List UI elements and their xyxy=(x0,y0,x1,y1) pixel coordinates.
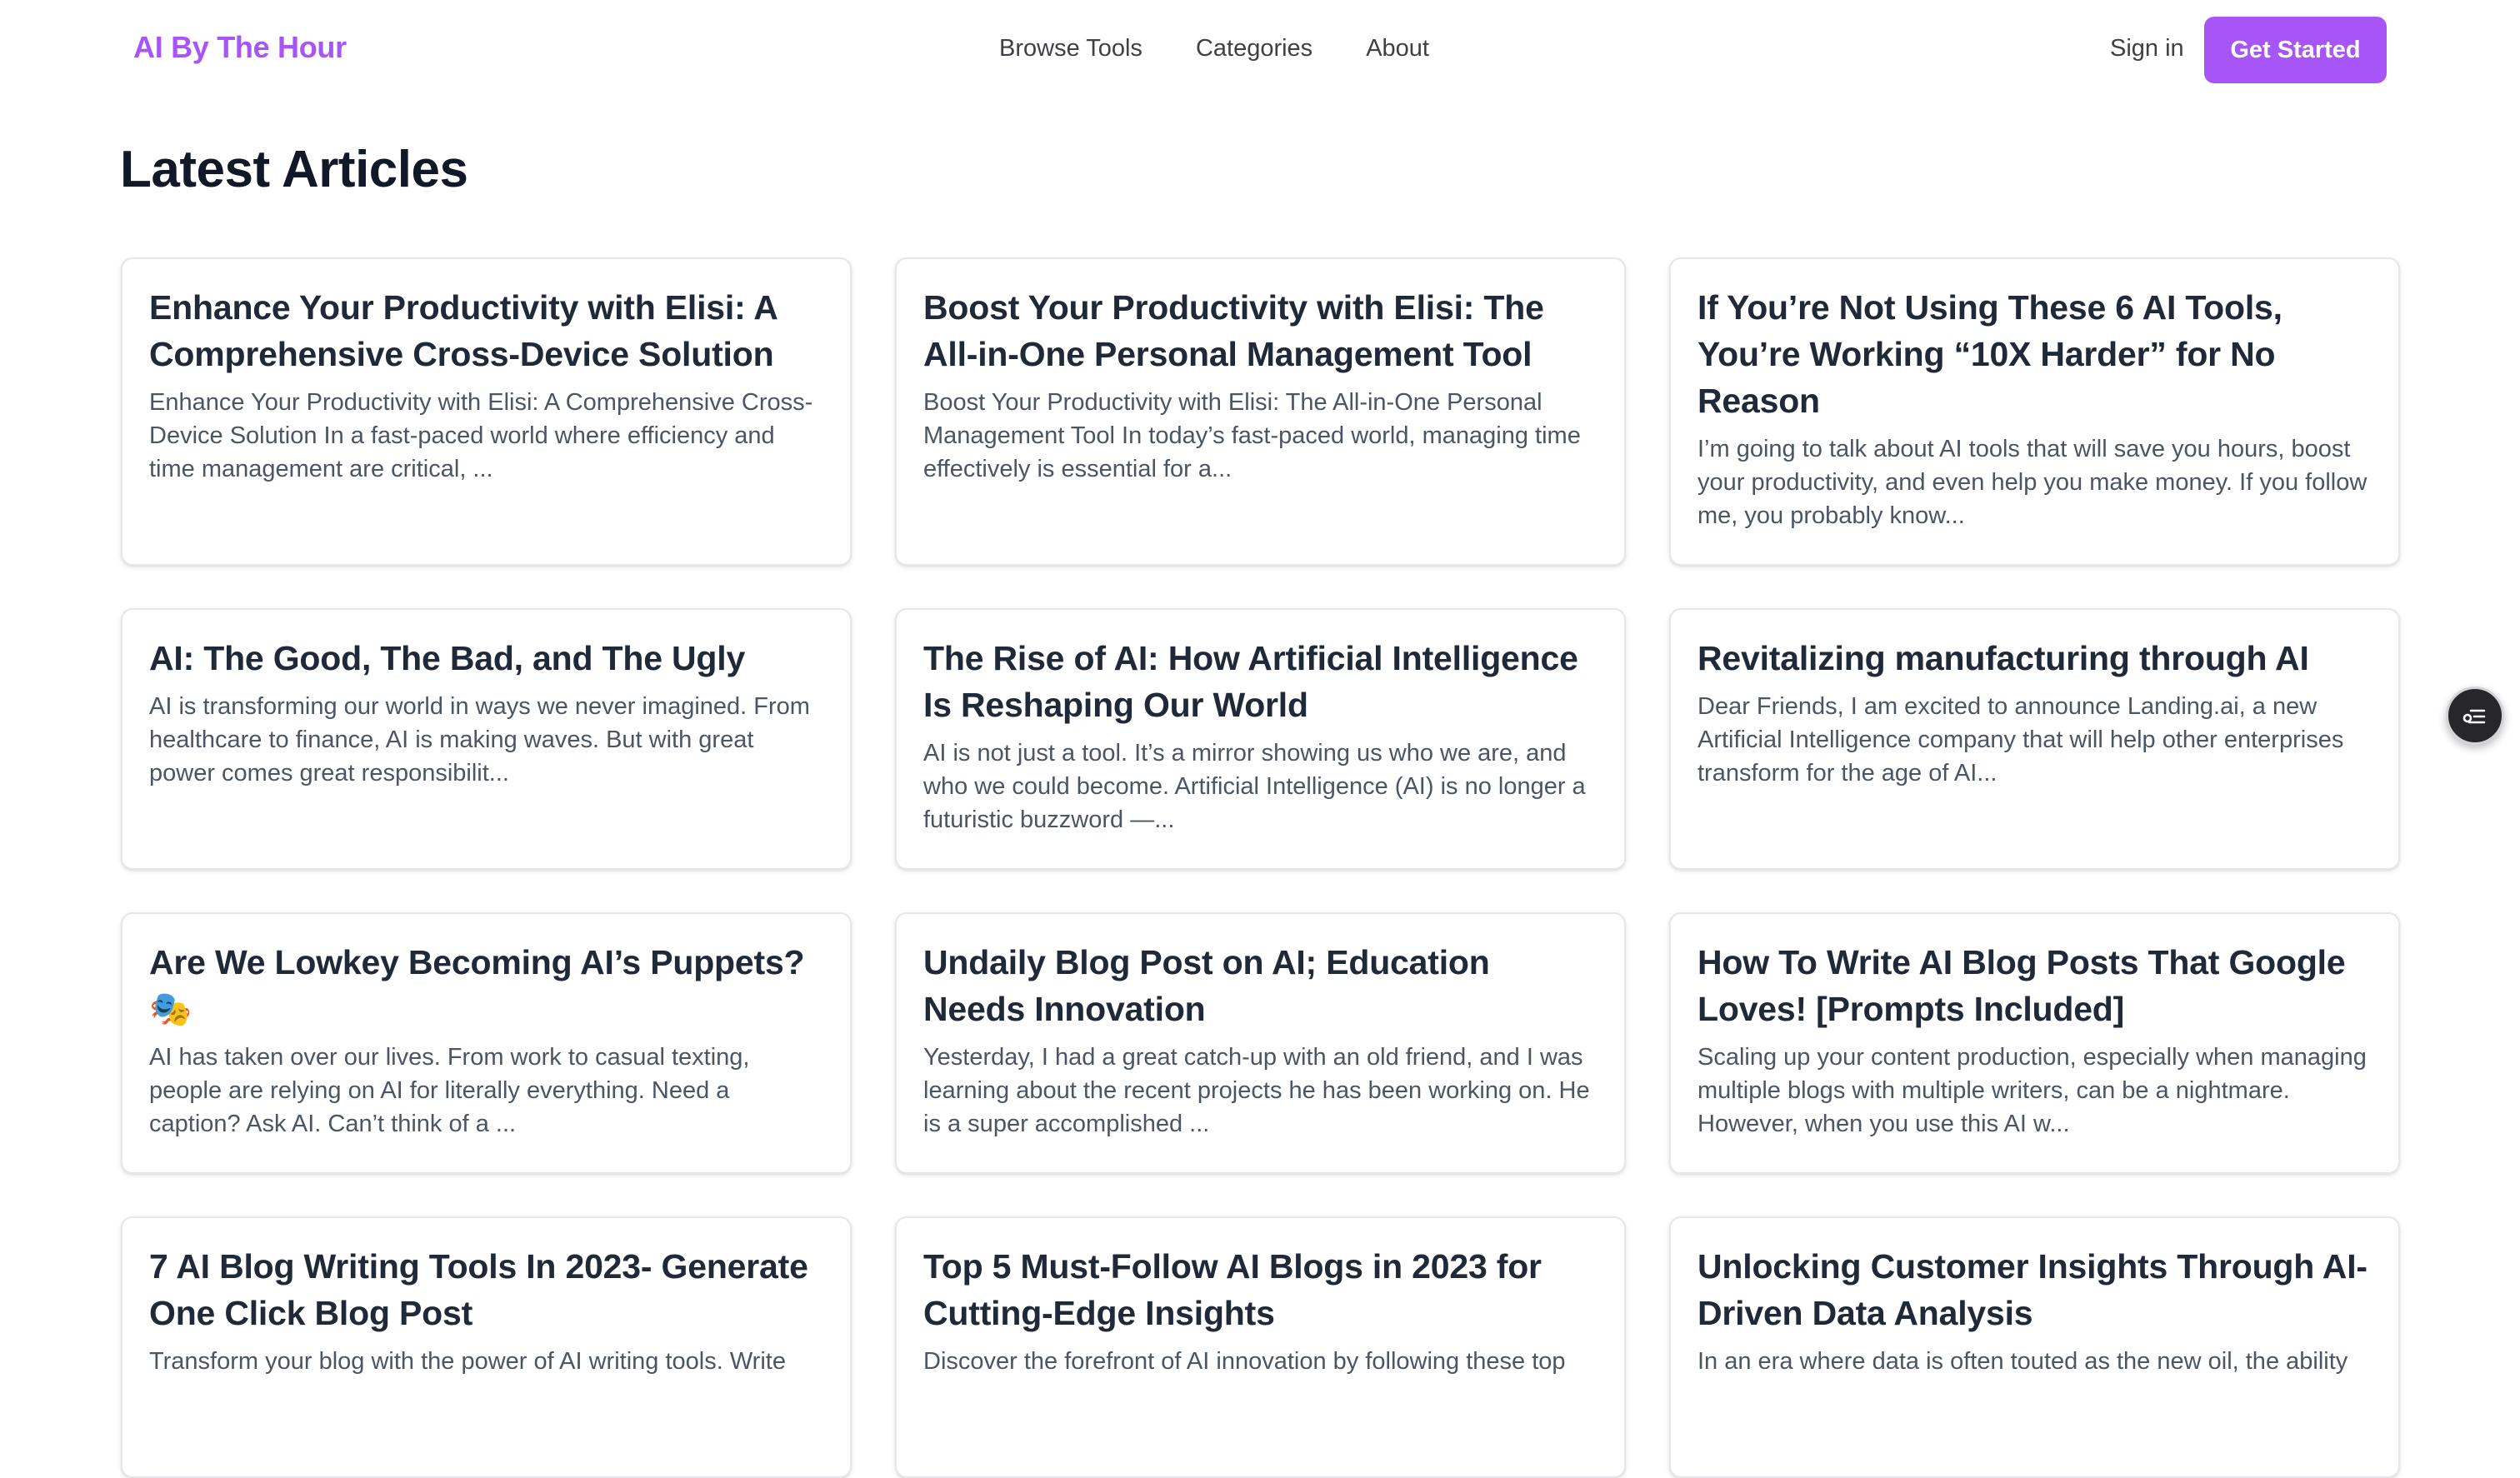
article-card[interactable]: If You’re Not Using These 6 AI Tools, Yo… xyxy=(1669,257,2400,566)
article-excerpt: AI has taken over our lives. From work t… xyxy=(149,1044,750,1137)
article-title[interactable]: How To Write AI Blog Posts That Google L… xyxy=(1698,939,2372,1032)
article-card[interactable]: How To Write AI Blog Posts That Google L… xyxy=(1669,912,2400,1174)
floating-menu-button[interactable] xyxy=(2446,687,2504,745)
sign-in-link[interactable]: Sign in xyxy=(2110,35,2184,62)
article-card[interactable]: Are We Lowkey Becoming AI’s Puppets? 🎭 A… xyxy=(121,912,852,1174)
article-title[interactable]: Top 5 Must-Follow AI Blogs in 2023 for C… xyxy=(923,1243,1598,1336)
article-excerpt: I’m going to talk about AI tools that wi… xyxy=(1698,436,2368,529)
article-title[interactable]: Are We Lowkey Becoming AI’s Puppets? 🎭 xyxy=(149,939,823,1032)
article-excerpt: Enhance Your Productivity with Elisi: A … xyxy=(149,389,813,482)
article-title[interactable]: Unlocking Customer Insights Through AI-D… xyxy=(1698,1243,2372,1336)
article-card[interactable]: AI: The Good, The Bad, and The Ugly AI i… xyxy=(121,608,852,870)
site-header: AI By The Hour Browse Tools Categories A… xyxy=(0,0,2520,100)
article-excerpt: AI is transforming our world in ways we … xyxy=(149,693,810,786)
brand-logo[interactable]: AI By The Hour xyxy=(133,30,347,65)
article-excerpt: AI is not just a tool. It’s a mirror sho… xyxy=(923,740,1586,833)
articles-grid: Enhance Your Productivity with Elisi: A … xyxy=(121,257,2400,1478)
article-card[interactable]: Revitalizing manufacturing through AI De… xyxy=(1669,608,2400,870)
article-excerpt: Scaling up your content production, espe… xyxy=(1698,1044,2367,1137)
get-started-button[interactable]: Get Started xyxy=(2204,17,2387,83)
article-card[interactable]: The Rise of AI: How Artificial Intellige… xyxy=(895,608,1626,870)
main-nav: Browse Tools Categories About xyxy=(999,35,1429,62)
article-excerpt: Discover the forefront of AI innovation … xyxy=(923,1348,1566,1375)
article-excerpt: In an era where data is often touted as … xyxy=(1698,1348,2348,1375)
article-title[interactable]: Revitalizing manufacturing through AI xyxy=(1698,635,2372,682)
article-title[interactable]: Boost Your Productivity with Elisi: The … xyxy=(923,284,1598,377)
article-title[interactable]: The Rise of AI: How Artificial Intellige… xyxy=(923,635,1598,728)
article-excerpt: Boost Your Productivity with Elisi: The … xyxy=(923,389,1581,482)
article-title[interactable]: AI: The Good, The Bad, and The Ugly xyxy=(149,635,823,682)
article-title[interactable]: 7 AI Blog Writing Tools In 2023- Generat… xyxy=(149,1243,823,1336)
nav-categories[interactable]: Categories xyxy=(1196,35,1312,62)
article-excerpt: Dear Friends, I am excited to announce L… xyxy=(1698,693,2344,786)
article-card[interactable]: Undaily Blog Post on AI; Education Needs… xyxy=(895,912,1626,1174)
article-excerpt: Yesterday, I had a great catch-up with a… xyxy=(923,1044,1590,1137)
article-card[interactable]: Top 5 Must-Follow AI Blogs in 2023 for C… xyxy=(895,1216,1626,1478)
page-title: Latest Articles xyxy=(120,141,468,198)
article-title[interactable]: Enhance Your Productivity with Elisi: A … xyxy=(149,284,823,377)
article-card[interactable]: 7 AI Blog Writing Tools In 2023- Generat… xyxy=(121,1216,852,1478)
article-title[interactable]: If You’re Not Using These 6 AI Tools, Yo… xyxy=(1698,284,2372,424)
article-title[interactable]: Undaily Blog Post on AI; Education Needs… xyxy=(923,939,1598,1032)
nav-about[interactable]: About xyxy=(1366,35,1429,62)
nav-browse-tools[interactable]: Browse Tools xyxy=(999,35,1142,62)
article-excerpt: Transform your blog with the power of AI… xyxy=(149,1348,786,1375)
list-filter-icon xyxy=(2462,709,2486,724)
article-card[interactable]: Enhance Your Productivity with Elisi: A … xyxy=(121,257,852,566)
article-card[interactable]: Unlocking Customer Insights Through AI-D… xyxy=(1669,1216,2400,1478)
article-card[interactable]: Boost Your Productivity with Elisi: The … xyxy=(895,257,1626,566)
